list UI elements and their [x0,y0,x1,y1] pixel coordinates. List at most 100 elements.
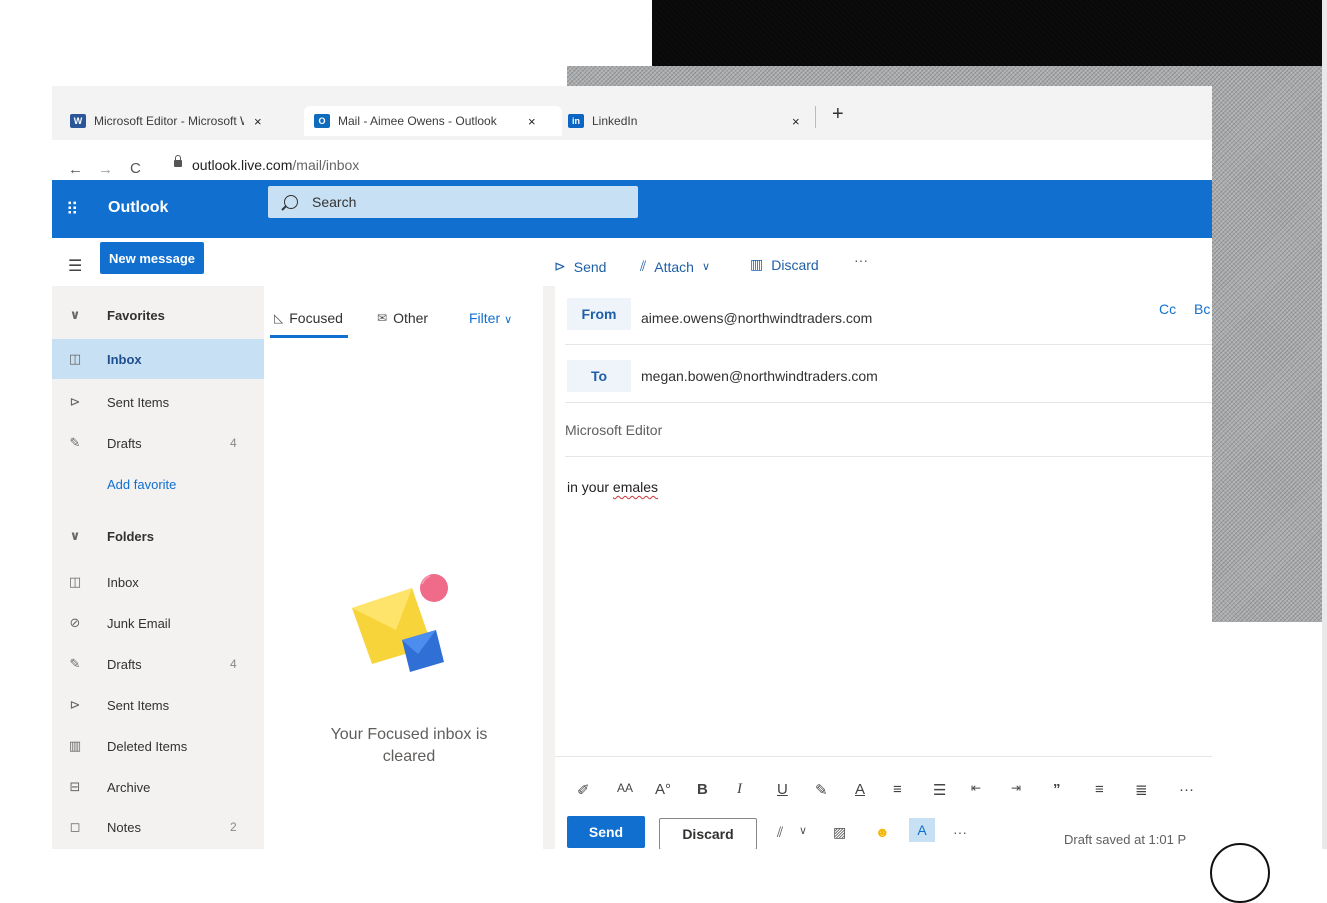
lock-icon [174,155,182,167]
sidebar-item-label: Drafts [107,435,142,451]
tab-other[interactable]: ✉ Other [377,310,428,326]
sidebar-item-label: Inbox [107,351,142,367]
emoji-icon[interactable]: ☻ [875,824,890,840]
empty-inbox-illustration [352,574,448,672]
editor-icon[interactable]: A [909,818,935,842]
tab-linkedin[interactable]: in LinkedIn × [568,106,808,136]
add-favorite-link[interactable]: Add favorite [52,464,264,504]
favorites-header[interactable]: ∨ Favorites [52,295,264,335]
hamburger-icon[interactable]: ☰ [68,256,82,276]
bcc-button[interactable]: Bc [1194,301,1210,317]
discard-command[interactable]: ▥ Discard [750,256,819,273]
more-options-button[interactable]: ··· [854,252,868,268]
from-button[interactable]: From [567,298,631,330]
filter-button[interactable]: Filter ∨ [469,310,512,326]
compose-pane: From aimee.owens@northwindtraders.com Cc… [555,286,1212,849]
font-size-icon[interactable]: AA [617,781,633,795]
grow-font-icon[interactable]: A° [655,781,671,798]
chevron-down-icon[interactable]: ∨ [799,824,807,837]
attach-command[interactable]: ⫽ Attach ∨ [640,258,710,275]
subject-field[interactable]: Microsoft Editor [565,422,662,438]
folders-header[interactable]: ∨ Folders [52,516,264,556]
close-icon[interactable]: × [254,114,262,129]
align-left-icon[interactable]: ≡ [1095,781,1104,798]
sidebar-item-inbox[interactable]: ◫ Inbox [52,562,264,602]
app-launcher-icon[interactable]: ⠿ [66,200,78,220]
forward-arrow-icon[interactable]: → [98,161,113,178]
draft-status: Draft saved at 1:01 P [1064,832,1187,847]
unread-count: 4 [230,436,237,450]
sidebar-item-label: Deleted Items [107,738,188,754]
misspelled-word[interactable]: emales [613,479,658,495]
send-command[interactable]: ⊳ Send [554,258,606,275]
tab-outlook[interactable]: O Mail - Aimee Owens - Outlook × [304,106,562,136]
italic-icon[interactable]: I [737,781,742,798]
recipient-chip[interactable]: megan.bowen@northwindtraders.com [641,368,878,384]
sidebar-item-inbox[interactable]: ◫ Inbox [52,339,264,379]
send-command-label: Send [573,258,607,275]
highlight-icon[interactable]: ✎ [815,781,828,799]
font-color-icon[interactable]: A [855,781,865,798]
trash-icon: ▥ [750,256,764,272]
send-button[interactable]: Send [567,816,645,848]
sidebar-item-notes[interactable]: ◻ Notes 2 [52,807,264,847]
decrease-indent-icon[interactable]: ⇤ [971,781,981,795]
sidebar-item-label: Junk Email [107,615,171,631]
sidebar-item-junk-email[interactable]: ⊘ Junk Email [52,603,264,643]
search-input[interactable]: Search [312,194,356,210]
outlook-brand[interactable]: Outlook [108,199,168,217]
cursor-highlight-circle [1210,843,1270,903]
format-painter-icon[interactable]: ✐ [577,781,590,799]
folder-pane: ∨ Favorites ◫ Inbox ⊳ Sent Items ✎ Drafts 4 A… [52,286,264,849]
align-center-icon[interactable]: ≣ [1135,781,1148,799]
bullets-icon[interactable]: ≡ [893,781,902,798]
underline-icon[interactable]: U [777,781,788,798]
send-icon: ⊳ [69,697,81,712]
inbox-icon: ◺ [274,311,284,325]
background-fabric-dark [652,0,1327,66]
numbering-icon[interactable]: ☰ [933,781,946,799]
url-path: /mail/inbox [292,157,360,173]
new-tab-button[interactable]: + [832,103,844,126]
unread-count: 4 [230,657,237,671]
search-box[interactable]: Search [268,186,638,218]
tab-label: Mail - Aimee Owens - Outlook [338,114,497,128]
more-formatting-button[interactable]: ··· [1179,781,1194,798]
sidebar-item-label: Archive [107,779,151,795]
browser-window: W Microsoft Editor - Microsoft Wor × O M… [52,86,1212,849]
chevron-down-icon: ∨ [504,314,513,326]
chevron-down-icon: ∨ [701,261,711,273]
message-body[interactable]: in your emales [567,479,658,495]
discard-button[interactable]: Discard [659,818,757,849]
bold-icon[interactable]: B [697,781,708,798]
quote-icon[interactable]: ” [1053,781,1061,798]
reload-icon[interactable]: C [130,160,141,177]
sidebar-item-label: Notes [107,819,141,835]
back-arrow-icon[interactable]: ← [68,161,83,178]
tab-separator [815,106,816,128]
cc-button[interactable]: Cc [1159,301,1176,317]
sidebar-item-deleted-items[interactable]: ▥ Deleted Items [52,726,264,766]
to-button[interactable]: To [567,360,631,392]
tab-focused[interactable]: ◺ Focused [274,310,343,326]
close-icon[interactable]: × [792,114,800,129]
sidebar-item-drafts[interactable]: ✎ Drafts 4 [52,644,264,684]
paperclip-icon[interactable]: ⫽ [777,824,783,841]
new-message-button[interactable]: New message [100,242,204,274]
image-icon[interactable]: ▨ [833,824,846,841]
folders-header-label: Folders [107,528,154,544]
sidebar-item-drafts[interactable]: ✎ Drafts 4 [52,423,264,463]
send-icon: ⊳ [69,394,81,409]
sidebar-item-sent-items[interactable]: ⊳ Sent Items [52,382,264,422]
tab-microsoft-editor[interactable]: W Microsoft Editor - Microsoft Wor × [70,106,300,136]
tab-other-label: Other [393,310,429,326]
empty-state-line: cleared [382,748,436,765]
favorites-header-label: Favorites [107,307,165,323]
url-field[interactable]: outlook.live.com/mail/inbox [192,157,359,173]
discard-command-label: Discard [771,256,819,273]
increase-indent-icon[interactable]: ⇥ [1011,781,1021,795]
more-options-button[interactable]: ··· [953,824,967,840]
sidebar-item-sent-items[interactable]: ⊳ Sent Items [52,685,264,725]
sidebar-item-archive[interactable]: ⊟ Archive [52,767,264,807]
close-icon[interactable]: × [528,114,536,129]
